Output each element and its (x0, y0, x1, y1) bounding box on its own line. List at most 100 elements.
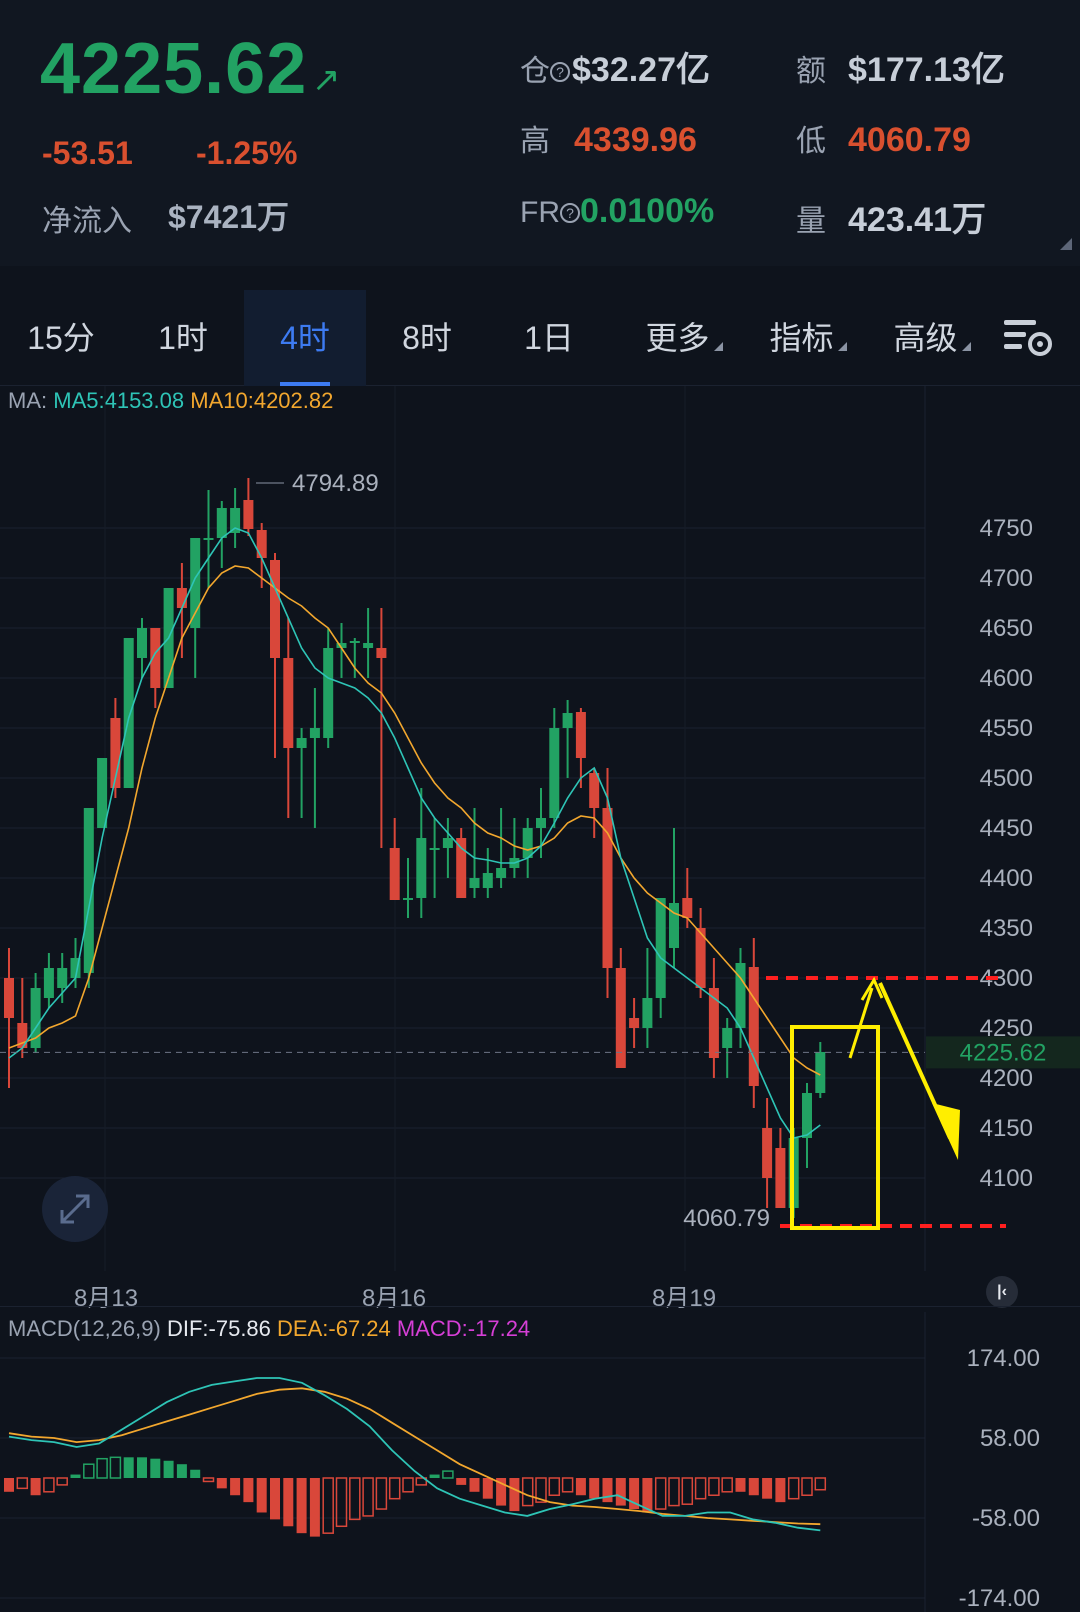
macd-hist-bar (748, 1478, 759, 1496)
macd-hist-bar (775, 1478, 786, 1503)
candle-body (283, 658, 294, 748)
candle-body (589, 773, 600, 808)
high-label: 高 (520, 125, 550, 158)
price-change: -53.51 (42, 135, 133, 171)
candlestick-chart[interactable]: 4750470046504600455045004450440043504300… (0, 386, 1080, 1271)
macd-hist-bar (442, 1470, 454, 1479)
tab-8h[interactable]: 8时 (366, 290, 488, 386)
macd-hist-bar (388, 1477, 401, 1500)
amount-stat: 额 $177.13亿 (796, 42, 1005, 91)
candle-body (137, 628, 147, 658)
y-tick-label: 4550 (980, 715, 1033, 742)
candle-body (629, 1018, 640, 1028)
macd-hist-bar (163, 1460, 174, 1478)
tab-advanced-label: 高级 (893, 320, 958, 356)
candle-body (469, 878, 480, 888)
arrow-up-line (848, 987, 874, 1059)
open-interest-stat: 仓? $32.27亿 (520, 42, 710, 91)
y-tick-label: 4100 (980, 1165, 1033, 1192)
high-stat: 高 4339.96 (520, 116, 697, 160)
macd-hist-bar (735, 1478, 746, 1492)
macd-hist-bar (243, 1478, 254, 1503)
volume-label: 量 (796, 205, 826, 238)
funding-rate-stat: FR? 0.0100% (520, 192, 714, 231)
macd-tick-label: -174.00 (959, 1585, 1040, 1612)
candle-body (296, 738, 307, 748)
macd-hist-bar (83, 1463, 95, 1479)
volume-stat: 量 423.41万 (796, 192, 986, 241)
macd-hist-bar (814, 1477, 827, 1491)
macd-hist-bar (668, 1477, 680, 1507)
low-label: 低 (796, 125, 826, 158)
macd-hist-bar (721, 1477, 733, 1493)
macd-hist-bar (70, 1474, 81, 1478)
candle-body (735, 963, 746, 1028)
oi-label: 仓 (520, 55, 550, 88)
macd-hist-bar (762, 1478, 773, 1499)
macd-hist-bar (561, 1477, 574, 1493)
macd-hist-bar (202, 1477, 215, 1483)
help-icon[interactable]: ? (560, 203, 580, 223)
macd-hist-bar (362, 1477, 374, 1517)
tab-1d[interactable]: 1日 (488, 290, 610, 386)
candle-body (403, 898, 413, 900)
chart-settings-icon[interactable] (1000, 310, 1056, 366)
candle-body (442, 838, 453, 848)
macd-hist-bar (4, 1478, 14, 1492)
macd-hist-bar (375, 1477, 388, 1510)
fr-label: FR (520, 196, 560, 229)
arrow-down-head (932, 1103, 960, 1160)
macd-hist-bar (256, 1478, 267, 1513)
candle-body (775, 1148, 786, 1208)
dropdown-icon (961, 342, 971, 351)
tab-1h[interactable]: 1时 (122, 290, 244, 386)
high-value: 4339.96 (574, 121, 697, 159)
price-change-pct: -1.25% (196, 135, 298, 171)
tab-4h[interactable]: 4时 (244, 290, 366, 386)
candle-body (323, 648, 334, 738)
expand-corner-icon[interactable] (1060, 238, 1072, 250)
macd-hist-bar (602, 1478, 613, 1503)
fullscreen-button[interactable] (42, 1176, 108, 1242)
candle-body (363, 643, 374, 648)
tab-more-label: 更多 (645, 320, 710, 356)
tab-more[interactable]: 更多 (620, 290, 748, 386)
y-tick-label: 4500 (980, 765, 1033, 792)
macd-hist-bar (575, 1478, 586, 1496)
jump-latest-button[interactable]: |‹ (986, 1276, 1018, 1308)
max-price-label: 4794.89 (292, 470, 379, 497)
amount-value: $177.13亿 (848, 51, 1005, 89)
candle-body (349, 641, 360, 643)
macd-hist-bar (56, 1477, 68, 1486)
macd-hist-bar (654, 1477, 667, 1510)
ticker-header: 4225.62 ↗ -53.51 -1.25% 净流入 $7421万 仓? $32… (0, 0, 1080, 266)
candle-body (562, 713, 573, 728)
candle-body (522, 828, 533, 858)
macd-hist-bar (270, 1478, 280, 1520)
macd-chart[interactable]: 174.00 58.00 -58.00 -174.00 (0, 1312, 1080, 1612)
macd-hist-bar (521, 1477, 534, 1507)
candle-body (309, 728, 320, 738)
candle-body (496, 868, 507, 878)
tab-15m[interactable]: 15分 (0, 290, 122, 386)
fr-value: 0.0100% (580, 192, 715, 230)
macd-hist-bar (429, 1474, 440, 1478)
help-icon[interactable]: ? (550, 62, 570, 82)
candle-body (43, 968, 54, 998)
tab-indicators[interactable]: 指标 (744, 290, 872, 386)
expand-icon (60, 1194, 90, 1224)
volume-value: 423.41万 (848, 201, 986, 239)
macd-hist-bar (694, 1477, 707, 1500)
last-price: 4225.62 (40, 29, 308, 109)
candle-body (123, 638, 134, 788)
candle-body (536, 818, 546, 828)
x-label-1: 8月16 (362, 1285, 427, 1312)
candle-body (416, 838, 427, 898)
min-price-label: 4060.79 (683, 1205, 770, 1232)
macd-hist-bar (322, 1477, 334, 1534)
net-inflow-label: 净流入 (42, 205, 132, 238)
tab-advanced[interactable]: 高级 (868, 290, 996, 386)
macd-hist-bar (482, 1478, 493, 1499)
macd-hist-bar (456, 1478, 467, 1485)
y-tick-label: 4600 (980, 665, 1033, 692)
